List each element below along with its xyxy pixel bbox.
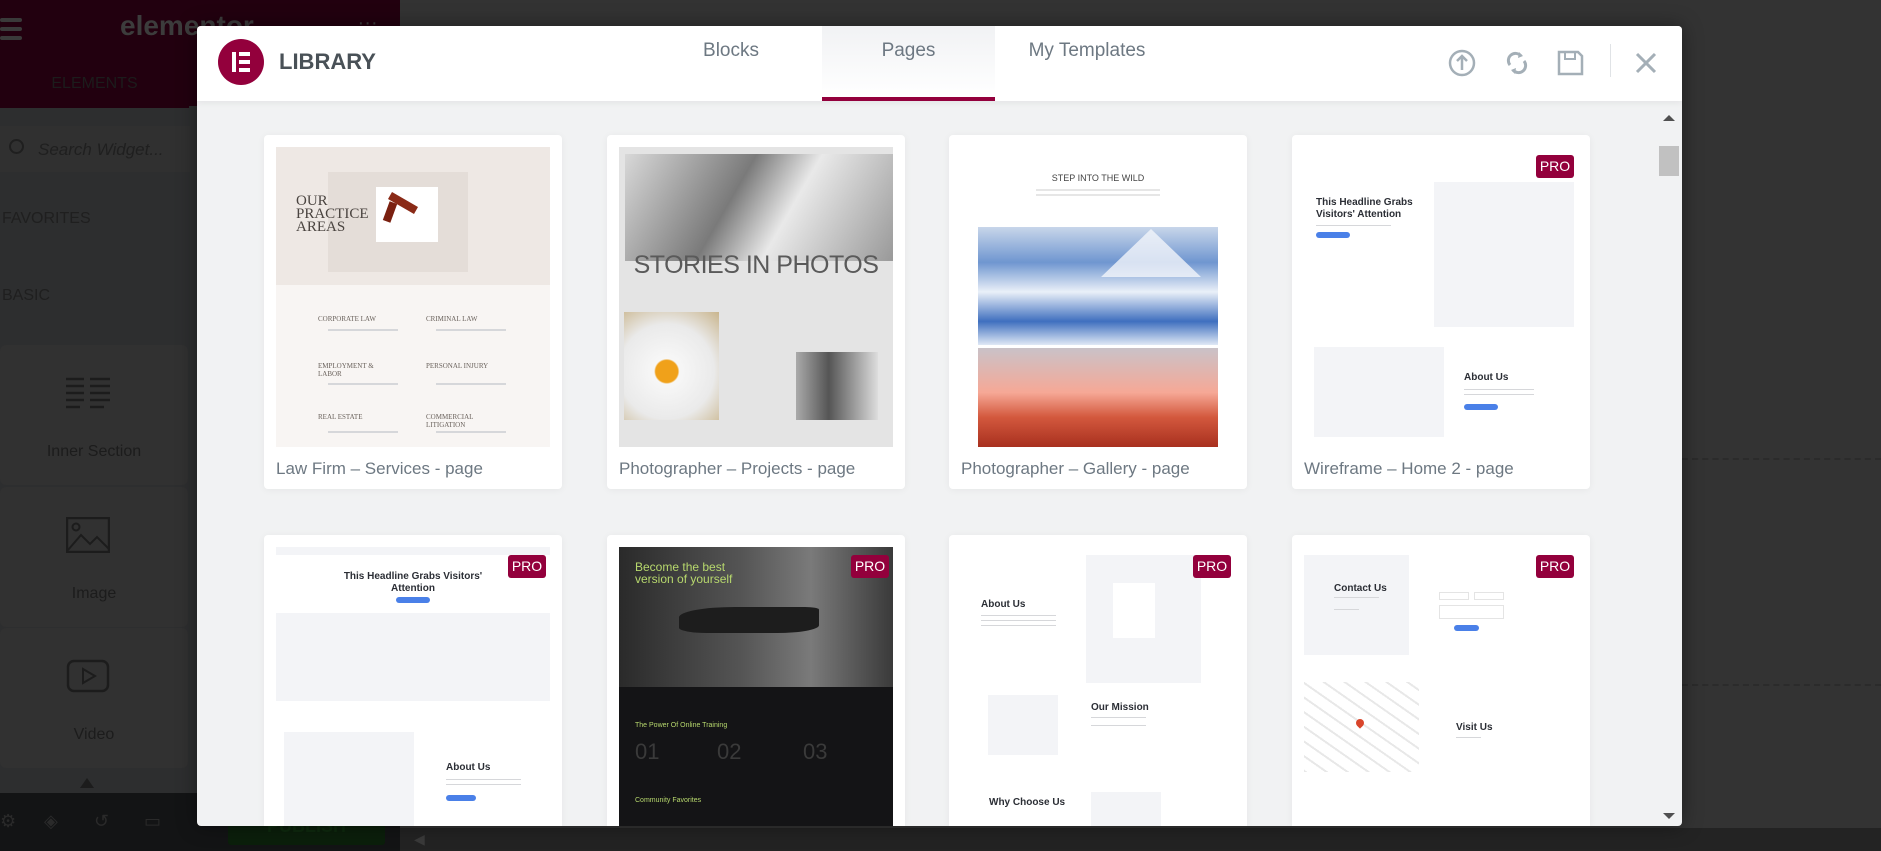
widget-inner-section[interactable]: Inner Section: [0, 345, 188, 485]
hamburger-menu-icon[interactable]: [0, 18, 22, 45]
responsive-icon[interactable]: ▭: [144, 811, 161, 832]
collapse-up-icon[interactable]: [80, 778, 94, 788]
widget-label: Image: [71, 585, 117, 602]
scrollbar-thumb[interactable]: [1659, 146, 1679, 176]
tab-pages[interactable]: Pages: [822, 26, 995, 101]
save-icon[interactable]: [1555, 48, 1585, 78]
template-card[interactable]: STEP INTO THE WILD Photographer – Galler…: [949, 135, 1247, 489]
template-preview: PRO About Us Our Mission Why Choose Us: [961, 547, 1235, 826]
upload-icon[interactable]: [1447, 48, 1477, 78]
template-card[interactable]: PRO This Headline Grabs Visitors' Attent…: [264, 535, 562, 826]
scroll-left-icon[interactable]: ◀: [414, 831, 425, 848]
widget-video[interactable]: Video: [0, 628, 188, 768]
template-card[interactable]: OUR PRACTICE AREAS CORPORATE LAW CRIMINA…: [264, 135, 562, 489]
pro-badge: PRO: [851, 555, 889, 578]
widget-label: Inner Section: [46, 443, 142, 460]
template-card[interactable]: PRO Become the best version of yourself …: [607, 535, 905, 826]
category-favorites[interactable]: FAVORITES: [2, 210, 91, 228]
tab-blocks[interactable]: Blocks: [665, 26, 797, 101]
search-placeholder: Search Widget...: [38, 140, 164, 159]
template-preview: PRO This Headline Grabs Visitors' Attent…: [1304, 147, 1578, 447]
canvas-section-outline: [1682, 458, 1881, 686]
template-title: Law Firm – Services - page: [276, 459, 483, 478]
template-library-modal: LIBRARY Blocks Pages My Templates OUR PR…: [197, 26, 1682, 826]
search-widget-input[interactable]: Search Widget...: [0, 126, 190, 172]
template-title: Wireframe – Home 2 - page: [1304, 459, 1514, 478]
pro-badge: PRO: [508, 555, 546, 578]
template-title: Photographer – Projects - page: [619, 459, 856, 478]
scroll-up-arrow-icon[interactable]: [1663, 115, 1675, 121]
history-icon[interactable]: ↺: [94, 811, 109, 832]
template-card[interactable]: PRO About Us Our Mission Why Choose Us: [949, 535, 1247, 826]
category-basic[interactable]: BASIC: [2, 287, 50, 305]
settings-icon[interactable]: ⚙: [0, 811, 16, 832]
library-header: LIBRARY Blocks Pages My Templates: [197, 26, 1682, 101]
elementor-logo-icon: [218, 39, 264, 85]
close-icon[interactable]: [1631, 48, 1661, 78]
widget-label: Video: [73, 726, 115, 743]
templates-grid: OUR PRACTICE AREAS CORPORATE LAW CRIMINA…: [197, 101, 1682, 826]
template-preview: PRO This Headline Grabs Visitors' Attent…: [276, 547, 550, 826]
header-divider: [1610, 44, 1611, 77]
template-preview: OUR PRACTICE AREAS CORPORATE LAW CRIMINA…: [276, 147, 550, 447]
scroll-down-arrow-icon[interactable]: [1663, 813, 1675, 819]
template-preview: STEP INTO THE WILD: [961, 147, 1235, 447]
columns-icon: [66, 377, 110, 409]
tab-elements[interactable]: ELEMENTS: [0, 66, 189, 110]
pro-badge: PRO: [1193, 555, 1231, 578]
video-icon: [66, 659, 110, 693]
widget-image[interactable]: Image: [0, 487, 188, 627]
image-icon: [66, 517, 110, 553]
pro-badge: PRO: [1536, 155, 1574, 178]
template-preview: PRO Contact Us Visit Us: [1304, 547, 1578, 826]
library-title: LIBRARY: [279, 49, 376, 74]
active-tab-indicator: [0, 105, 189, 108]
search-icon: [9, 139, 24, 154]
template-card[interactable]: PRO This Headline Grabs Visitors' Attent…: [1292, 135, 1590, 489]
tab-my-templates[interactable]: My Templates: [1012, 26, 1162, 101]
template-preview: STORIES IN PHOTOS: [619, 147, 893, 447]
template-title: Photographer – Gallery - page: [961, 459, 1190, 478]
pro-badge: PRO: [1536, 555, 1574, 578]
sync-icon[interactable]: [1502, 48, 1532, 78]
canvas-horizontal-scrollbar[interactable]: ◀: [400, 828, 1881, 851]
layers-icon[interactable]: ◈: [44, 811, 58, 832]
template-preview: PRO Become the best version of yourself …: [619, 547, 893, 826]
template-card[interactable]: STORIES IN PHOTOS Photographer – Project…: [607, 135, 905, 489]
template-card[interactable]: PRO Contact Us Visit Us: [1292, 535, 1590, 826]
